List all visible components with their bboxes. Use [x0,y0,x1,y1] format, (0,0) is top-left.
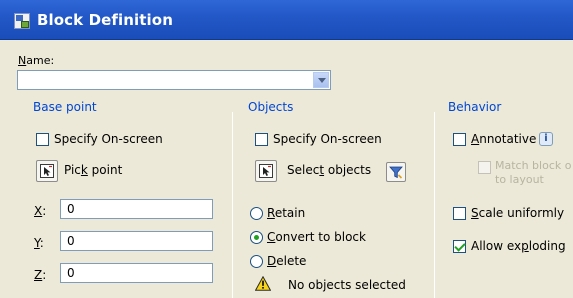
y-label: Y: [34,236,44,250]
window-title: Block Definition [37,11,173,29]
match-orientation-label-line2: to layout [495,173,544,186]
chevron-down-icon [318,78,326,83]
name-label: Name: [18,54,55,67]
separator-objects-behavior [434,112,435,298]
pick-point-button[interactable] [36,160,58,182]
select-objects-button[interactable] [255,160,277,182]
pick-point-icon [40,164,54,178]
allow-exploding-label: Allow exploding [471,239,566,253]
base-specify-onscreen-checkbox[interactable] [36,133,49,146]
title-bar[interactable]: Block Definition [0,0,573,40]
scale-uniformly-checkbox[interactable] [453,207,466,220]
match-orientation-label-line1: Match block o [495,159,572,172]
selection-status-text: No objects selected [288,278,406,292]
delete-label: Delete [267,254,307,268]
objects-specify-onscreen-label: Specify On-screen [273,132,382,146]
select-objects-icon [259,164,273,178]
name-combobox[interactable] [17,70,331,90]
annotative-label: Annotative [471,132,537,146]
convert-to-block-radio[interactable] [250,231,263,244]
x-label: X: [34,204,47,218]
base-specify-onscreen-label: Specify On-screen [54,132,163,146]
objects-group-label: Objects [248,100,294,114]
y-coordinate-input[interactable]: 0 [60,231,213,251]
retain-label: Retain [267,206,306,220]
name-dropdown-button[interactable] [313,72,329,88]
quick-select-button[interactable] [386,162,406,182]
pick-point-label: Pick point [64,163,123,177]
warning-icon [255,276,271,291]
z-label: Z: [34,268,47,282]
block-definition-icon [14,13,30,29]
base-point-group-label: Base point [33,100,97,114]
delete-radio[interactable] [250,255,263,268]
objects-specify-onscreen-checkbox[interactable] [255,133,268,146]
filter-funnel-icon [389,166,403,179]
annotative-checkbox[interactable] [453,133,466,146]
annotative-info-icon[interactable]: i [539,132,553,146]
z-coordinate-input[interactable]: 0 [60,263,213,283]
match-orientation-checkbox[interactable] [478,161,491,174]
separator-base-objects [232,112,233,298]
select-objects-label: Select objects [287,163,372,177]
convert-to-block-label: Convert to block [267,230,366,244]
allow-exploding-checkbox[interactable] [453,240,466,253]
x-coordinate-input[interactable]: 0 [60,199,213,219]
dialog-body: Name: Base point Specify On-screen Pick … [0,40,573,298]
behavior-group-label: Behavior [448,100,502,114]
retain-radio[interactable] [250,207,263,220]
scale-uniformly-label: Scale uniformly [471,206,565,220]
